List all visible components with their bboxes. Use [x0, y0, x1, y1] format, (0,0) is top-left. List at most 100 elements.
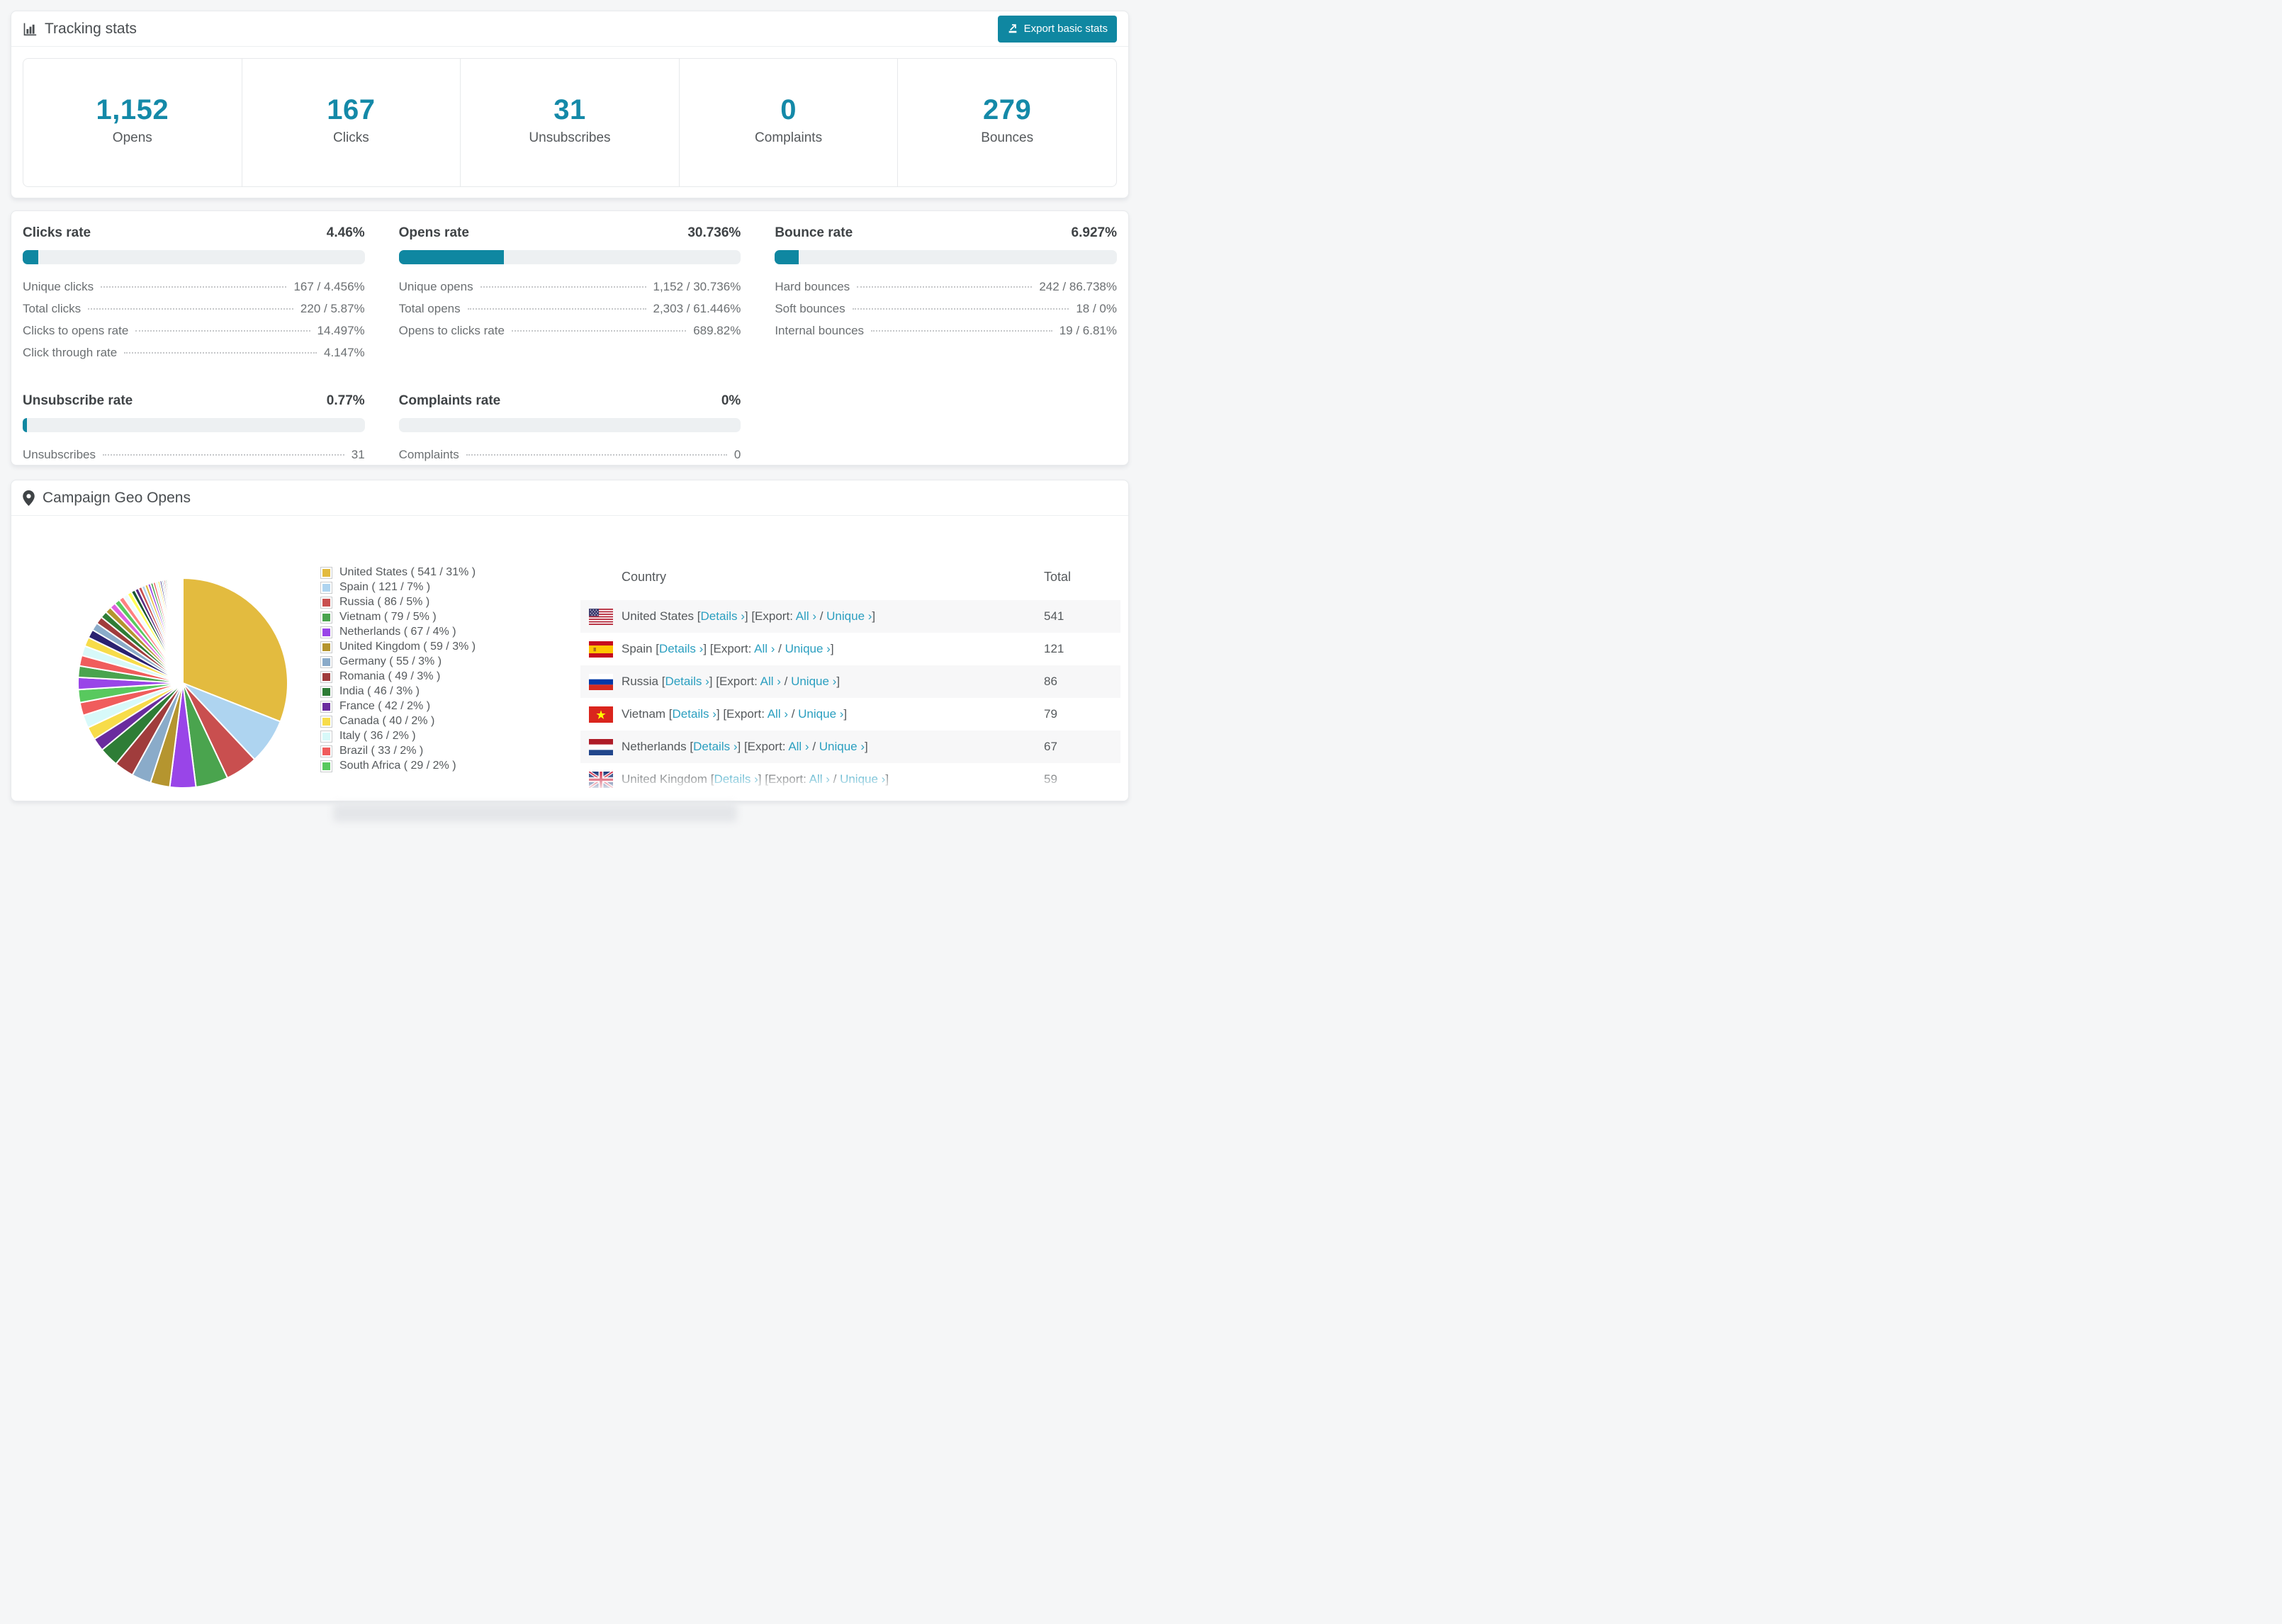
rate-detail-row: Complaints 0: [399, 448, 741, 462]
stat-label: Complaints: [755, 130, 823, 145]
rate-title: Bounce rate: [775, 225, 853, 240]
export-all-link[interactable]: All ›: [796, 609, 816, 623]
export-all-link[interactable]: All ›: [768, 707, 788, 721]
legend-label: France ( 42 / 2% ): [339, 700, 431, 713]
details-link[interactable]: Details ›: [665, 675, 709, 688]
rate-detail-label: Total clicks: [23, 302, 82, 315]
export-all-link[interactable]: All ›: [760, 675, 781, 688]
separator: /: [809, 740, 819, 753]
summary-stats-row: 1,152 Opens 167 Clicks 31 Unsubscribes 0 Compla…: [23, 58, 1117, 187]
legend-label: India ( 46 / 3% ): [339, 685, 420, 698]
details-link[interactable]: Details ›: [714, 772, 758, 786]
column-header-country: Country: [622, 570, 667, 584]
bracket: ]: [830, 642, 834, 655]
separator: /: [829, 772, 841, 786]
legend-item: Italy ( 36 / 2% ): [320, 731, 476, 743]
rate-detail-value: 220 / 5.87%: [300, 302, 365, 315]
country-cell: United States [Details ›] [Export: All ›…: [622, 609, 1044, 624]
stat-value: 167: [327, 94, 376, 125]
legend-item: Netherlands ( 67 / 4% ): [320, 626, 476, 638]
vn-flag-icon: [589, 706, 613, 723]
legend-swatch: [320, 760, 332, 772]
details-link[interactable]: Details ›: [673, 707, 716, 721]
rate-detail-row: Soft bounces 18 / 0%: [775, 302, 1117, 316]
rate-detail-label: Unsubscribes: [23, 448, 96, 461]
country-row-vn: Vietnam [Details ›] [Export: All › / Uni…: [580, 698, 1120, 731]
rate-title: Opens rate: [398, 225, 469, 240]
export-basic-stats-button[interactable]: Export basic stats: [997, 15, 1117, 43]
rate-detail-row: Hard bounces 242 / 86.738%: [775, 280, 1117, 294]
export-unique-link[interactable]: Unique ›: [798, 707, 843, 721]
export-unique-link[interactable]: Unique ›: [791, 675, 836, 688]
export-unique-link[interactable]: Unique ›: [826, 609, 872, 623]
legend-item: France ( 42 / 2% ): [320, 700, 476, 713]
export-unique-link[interactable]: Unique ›: [819, 740, 865, 753]
details-link[interactable]: Details ›: [701, 609, 745, 623]
rate-detail-row: Clicks to opens rate 14.497%: [23, 324, 365, 338]
rate-panel-1: Opens rate 30.736% Unique opens 1,152 / 30.…: [398, 225, 741, 368]
rate-detail-label: Internal bounces: [775, 324, 865, 337]
rate-detail-label: Unique opens: [398, 280, 473, 293]
rate-detail-value: 19 / 6.81%: [1059, 324, 1117, 337]
export-all-link[interactable]: All ›: [754, 642, 775, 655]
legend-swatch: [320, 641, 332, 653]
rate-detail-value: 242 / 86.738%: [1039, 280, 1117, 293]
rate-detail-row: Internal bounces 19 / 6.81%: [775, 324, 1117, 338]
rate-value: 4.46%: [326, 225, 365, 240]
legend-label: United Kingdom ( 59 / 3% ): [339, 641, 476, 653]
rate-detail-row: Unique opens 1,152 / 30.736%: [399, 280, 741, 294]
country-row-ru: Russia [Details ›] [Export: All › / Uniq…: [580, 665, 1120, 698]
rate-detail-label: Soft bounces: [775, 302, 845, 315]
rate-detail-row: Click through rate 4.147%: [23, 346, 365, 360]
legend-item: Brazil ( 33 / 2% ): [320, 745, 476, 757]
dotted-leader: [101, 286, 287, 288]
geo-header: Campaign Geo Opens: [11, 480, 1128, 516]
legend-item: Germany ( 55 / 3% ): [320, 655, 476, 668]
dotted-leader: [857, 286, 1033, 288]
dotted-leader: [103, 454, 344, 456]
progress-fill: [23, 418, 27, 432]
rates-grid: Clicks rate 4.46% Unique clicks 167 / 4.456…: [23, 225, 1117, 470]
country-cell: Netherlands [Details ›] [Export: All › /…: [622, 740, 1044, 754]
page-bottom-shadow: [333, 803, 737, 822]
total-cell: 121: [1044, 642, 1064, 655]
legend-label: Vietnam ( 79 / 5% ): [339, 611, 437, 624]
geo-opens-pie-chart[interactable]: [77, 577, 289, 789]
rate-panel-0: Clicks rate 4.46% Unique clicks 167 / 4.456…: [23, 225, 365, 368]
rate-value: 0.77%: [326, 393, 365, 408]
us-flag-icon: [589, 608, 613, 625]
country-row-us: United States [Details ›] [Export: All ›…: [580, 600, 1120, 633]
legend-label: Germany ( 55 / 3% ): [339, 655, 442, 668]
export-all-link[interactable]: All ›: [809, 772, 830, 786]
export-icon: [1007, 22, 1018, 36]
dotted-leader: [466, 454, 727, 456]
export-all-link[interactable]: All ›: [788, 740, 809, 753]
rate-panel-4: Complaints rate 0% Complaints 0: [398, 393, 741, 470]
bracket: ]: [872, 609, 876, 623]
rate-detail-label: Hard bounces: [775, 280, 850, 293]
table-header-row: Country Total: [580, 564, 1120, 600]
legend-swatch: [320, 701, 332, 713]
rate-panel-header: Unsubscribe rate 0.77%: [23, 393, 365, 409]
country-cell: Russia [Details ›] [Export: All › / Uniq…: [622, 675, 1044, 689]
map-pin-icon: [23, 490, 35, 506]
country-cell: United Kingdom [Details ›] [Export: All …: [622, 772, 1044, 786]
legend-swatch: [320, 597, 332, 609]
export-unique-link[interactable]: Unique ›: [840, 772, 885, 786]
legend-item: Canada ( 40 / 2% ): [320, 716, 476, 728]
legend-swatch: [320, 582, 332, 594]
rate-detail-row: Opens to clicks rate 689.82%: [399, 324, 741, 338]
rate-detail-label: Total opens: [398, 302, 461, 315]
details-link[interactable]: Details ›: [693, 740, 737, 753]
rate-detail-row: Unsubscribes 31: [23, 448, 365, 462]
export-unique-link[interactable]: Unique ›: [785, 642, 831, 655]
dotted-leader: [480, 286, 646, 288]
summary-stat-complaints: 0 Complaints: [678, 59, 898, 186]
country-cell: Spain [Details ›] [Export: All › / Uniqu…: [622, 642, 1044, 656]
legend-swatch: [320, 731, 332, 743]
country-name: United States: [622, 609, 695, 623]
progress-track: [398, 250, 741, 264]
details-link[interactable]: Details ›: [659, 642, 703, 655]
ru-flag-icon: [589, 673, 613, 690]
legend-item: Vietnam ( 79 / 5% ): [320, 611, 476, 624]
